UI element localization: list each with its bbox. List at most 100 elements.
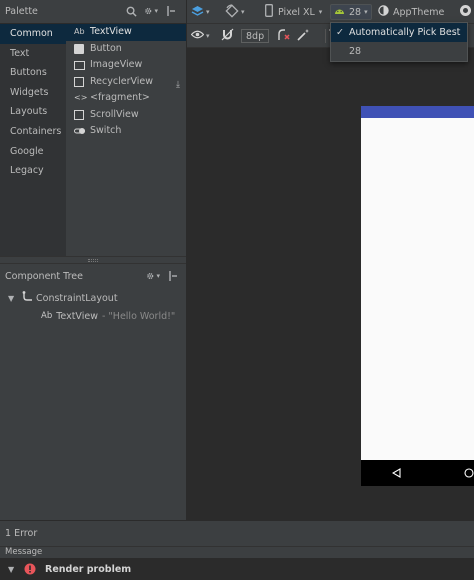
theme-label: AppTheme <box>393 6 445 18</box>
widget-label: TextView <box>90 26 132 37</box>
orientation-button[interactable]: ▾ <box>225 3 245 21</box>
palette-widget-list: Ab TextView Button ImageView RecyclerVie… <box>66 24 186 256</box>
chevron-down-icon: ▾ <box>364 8 368 16</box>
tree-node-textview[interactable]: Ab TextView - "Hello World!" <box>0 307 186 325</box>
chevron-down-icon: ▾ <box>318 8 323 16</box>
category-containers[interactable]: Containers <box>0 122 66 142</box>
widget-imageview[interactable]: ImageView <box>66 57 186 74</box>
android-icon <box>334 6 345 18</box>
dropdown-item-auto[interactable]: ✓ Automatically Pick Best <box>331 23 467 42</box>
chevron-down-icon: ▾ <box>206 32 210 40</box>
category-common[interactable]: Common <box>0 24 66 44</box>
tree-node-value: - "Hello World!" <box>101 310 176 322</box>
widget-fragment[interactable]: <> <fragment> <box>66 90 186 107</box>
infer-constraints-button[interactable] <box>297 28 310 44</box>
error-icon <box>24 563 36 575</box>
button-icon <box>74 43 84 54</box>
magnet-icon <box>221 28 234 44</box>
view-options-button[interactable]: ▾ <box>190 28 210 44</box>
magic-wand-icon <box>297 28 310 44</box>
widget-recyclerview[interactable]: RecyclerView ⤓ <box>66 74 186 91</box>
tree-node-label: ConstraintLayout <box>36 292 118 304</box>
palette-title: Palette <box>5 6 38 17</box>
dropdown-item-label: Automatically Pick Best <box>349 27 461 38</box>
home-nav-icon <box>464 468 474 481</box>
checkmark-icon: ✓ <box>336 27 344 38</box>
status-bar <box>361 106 474 118</box>
chevron-down-icon: ▾ <box>241 8 245 16</box>
margin-value: 8dp <box>246 30 265 42</box>
default-margin-field[interactable]: 8dp <box>241 29 270 43</box>
widget-label: Switch <box>90 125 122 136</box>
collapse-arrow-icon[interactable]: ▼ <box>8 294 22 303</box>
chevron-down-icon: ▾ <box>156 272 160 280</box>
issues-bar[interactable]: 1 Error <box>0 520 474 546</box>
issue-title: Render problem <box>45 563 132 575</box>
widget-label: <fragment> <box>90 92 150 103</box>
locale-button[interactable] <box>459 4 472 20</box>
widget-button[interactable]: Button <box>66 41 186 58</box>
category-text[interactable]: Text <box>0 44 66 64</box>
clear-constraints-icon <box>277 28 291 44</box>
fragment-icon: <> <box>74 93 88 102</box>
category-widgets[interactable]: Widgets <box>0 83 66 103</box>
api-level-dropdown: ✓ Automatically Pick Best 28 <box>330 22 468 62</box>
device-preview[interactable] <box>361 106 474 486</box>
component-tree: ▼ ConstraintLayout Ab TextView - "Hello … <box>0 288 186 520</box>
palette-header: Palette ▾ <box>0 0 186 24</box>
issue-row[interactable]: ▼ Render problem <box>0 558 474 580</box>
preview-screen[interactable] <box>361 118 474 460</box>
category-google[interactable]: Google <box>0 142 66 162</box>
category-legacy[interactable]: Legacy <box>0 161 66 181</box>
globe-icon <box>459 4 472 20</box>
gear-icon[interactable]: ▾ <box>146 269 160 283</box>
list-icon <box>74 76 84 87</box>
phone-icon <box>265 4 273 20</box>
dropdown-item-28[interactable]: 28 <box>331 42 467 61</box>
rotate-icon <box>225 3 239 21</box>
design-surface-button[interactable]: ▾ <box>191 4 210 20</box>
theme-selector[interactable]: AppTheme <box>378 4 444 20</box>
pin-icon[interactable] <box>164 4 178 18</box>
layers-icon <box>191 5 204 20</box>
api-level-selector[interactable]: 28 ▾ <box>330 4 372 20</box>
chevron-down-icon: ▾ <box>206 8 210 16</box>
image-icon <box>74 60 85 70</box>
tree-node-root[interactable]: ▼ ConstraintLayout <box>0 289 186 307</box>
eye-icon <box>190 30 205 42</box>
textview-icon: Ab <box>41 311 53 321</box>
component-tree-header: Component Tree ▾ <box>0 264 186 288</box>
device-selector[interactable]: Pixel XL ▾ <box>265 4 322 20</box>
widget-label: Button <box>90 42 122 54</box>
design-toolbar: ▾ ▾ Pixel XL ▾ 28 ▾ AppTheme <box>187 0 474 24</box>
textview-icon: Ab <box>74 27 85 36</box>
category-buttons[interactable]: Buttons <box>0 63 66 83</box>
widget-label: RecyclerView <box>90 75 154 87</box>
widget-switch[interactable]: Switch <box>66 123 186 140</box>
widget-scrollview[interactable]: ScrollView <box>66 107 186 124</box>
pin-icon[interactable] <box>166 269 180 283</box>
palette-categories: Common Text Buttons Widgets Layouts Cont… <box>0 24 66 256</box>
chevron-down-icon: ▾ <box>154 7 158 15</box>
collapse-arrow-icon[interactable]: ▼ <box>8 565 24 574</box>
widget-textview[interactable]: Ab TextView <box>66 24 186 41</box>
component-tree-title: Component Tree <box>5 270 83 282</box>
toolbar-separator <box>325 29 326 43</box>
gear-icon[interactable]: ▾ <box>144 4 158 18</box>
widget-label: ScrollView <box>90 108 139 120</box>
autoconnect-toggle[interactable] <box>221 28 234 44</box>
category-layouts[interactable]: Layouts <box>0 102 66 122</box>
tree-node-label: TextView <box>56 310 98 322</box>
back-nav-icon <box>391 468 401 481</box>
clear-constraints-button[interactable] <box>277 28 291 44</box>
scrollview-icon <box>74 109 84 120</box>
navigation-bar <box>361 460 474 486</box>
device-label: Pixel XL <box>278 6 315 18</box>
theme-icon <box>378 5 389 19</box>
api-label: 28 <box>349 6 362 18</box>
search-icon[interactable] <box>124 4 138 18</box>
error-count: 1 Error <box>5 528 38 539</box>
panel-splitter[interactable] <box>0 256 186 264</box>
message-column-header: Message <box>0 546 474 558</box>
dropdown-item-label: 28 <box>349 46 362 57</box>
